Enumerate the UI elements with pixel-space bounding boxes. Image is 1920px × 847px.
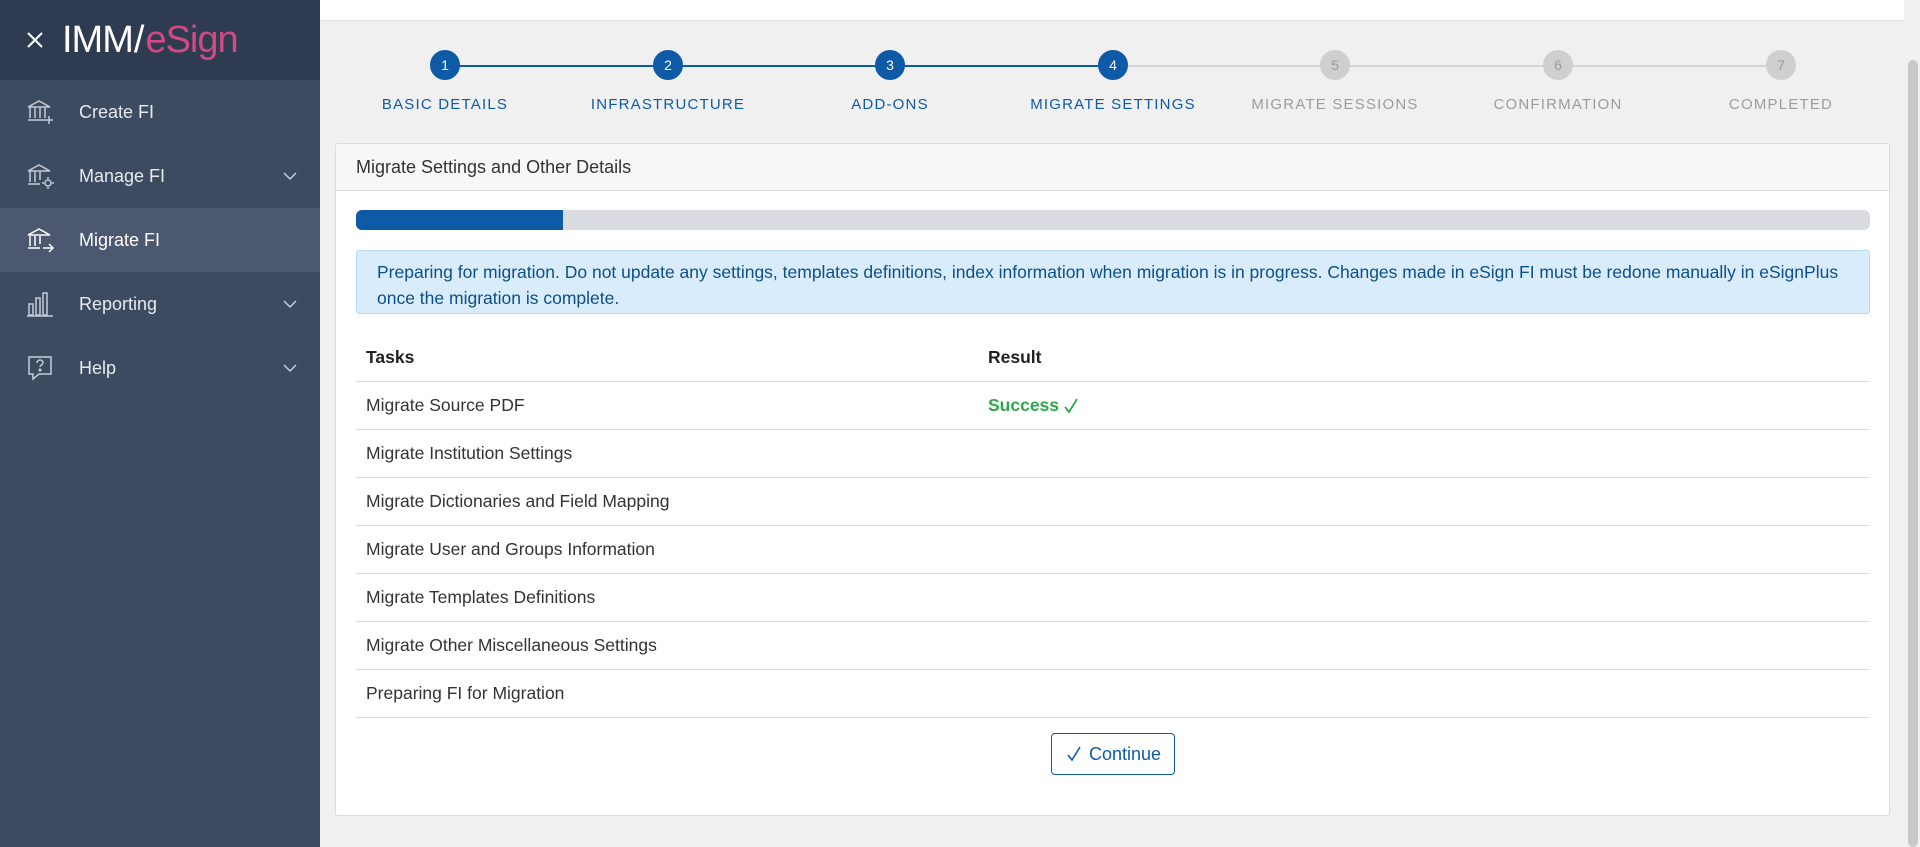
step-label: ADD-ONS: [851, 96, 929, 113]
check-icon: [1067, 746, 1081, 762]
step-number: 3: [875, 50, 905, 80]
step-number: 4: [1098, 50, 1128, 80]
step-label: BASIC DETAILS: [381, 96, 509, 113]
bar-chart-icon: [25, 289, 55, 319]
sidebar-item-label: Create FI: [79, 101, 155, 122]
table-row: Migrate Dictionaries and Field Mapping: [356, 478, 1870, 526]
step-label: INFRASTRUCTURE: [590, 96, 746, 113]
sidebar-item-manage-fi[interactable]: Manage FI: [0, 144, 320, 208]
migration-card: Migrate Settings and Other Details Prepa…: [335, 143, 1890, 816]
task-name: Migrate Dictionaries and Field Mapping: [366, 491, 670, 511]
table-row: Preparing FI for Migration: [356, 670, 1870, 718]
sidebar-item-migrate-fi[interactable]: Migrate FI: [0, 208, 320, 272]
sidebar-item-label: Reporting: [79, 293, 158, 314]
scrollbar-thumb[interactable]: [1908, 60, 1918, 847]
step-number: 7: [1766, 50, 1796, 80]
step-completed: 7 COMPLETED: [1681, 48, 1881, 113]
step-number: 6: [1543, 50, 1573, 80]
task-name: Migrate Source PDF: [366, 395, 525, 415]
step-migrate-settings[interactable]: 4 MIGRATE SETTINGS: [1013, 48, 1213, 113]
table-row: Migrate Templates Definitions: [356, 574, 1870, 622]
sidebar: IMM / eSign Create FI Manage FI Migrate …: [0, 0, 320, 847]
task-name: Migrate Templates Definitions: [366, 587, 596, 607]
page-scrollbar[interactable]: [1906, 0, 1920, 847]
step-infrastructure[interactable]: 2 INFRASTRUCTURE: [568, 48, 768, 113]
chevron-down-icon: [282, 296, 298, 312]
chevron-down-icon: [282, 168, 298, 184]
task-name: Migrate User and Groups Information: [366, 539, 655, 559]
bank-plus-icon: [25, 97, 55, 127]
sidebar-item-label: Migrate FI: [79, 229, 161, 250]
task-name: Preparing FI for Migration: [366, 683, 565, 703]
step-confirmation: 6 CONFIRMATION: [1458, 48, 1658, 113]
step-add-ons[interactable]: 3 ADD-ONS: [790, 48, 990, 113]
chevron-down-icon: [282, 360, 298, 376]
table-row: Migrate Source PDF Success: [356, 382, 1870, 430]
table-row: Migrate Institution Settings: [356, 430, 1870, 478]
sidebar-item-reporting[interactable]: Reporting: [0, 272, 320, 336]
sidebar-item-help[interactable]: Help: [0, 336, 320, 400]
migration-progress-bar: [356, 210, 1870, 230]
table-row: Migrate Other Miscellaneous Settings: [356, 622, 1870, 670]
table-row: Migrate User and Groups Information: [356, 526, 1870, 574]
step-number: 2: [653, 50, 683, 80]
sidebar-item-create-fi[interactable]: Create FI: [0, 80, 320, 144]
continue-label: Continue: [1088, 743, 1162, 764]
step-label: MIGRATE SETTINGS: [1030, 96, 1196, 113]
sidebar-item-label: Manage FI: [79, 165, 166, 186]
close-icon[interactable]: [22, 27, 48, 53]
column-header-tasks: Tasks: [366, 347, 415, 367]
task-result: Success: [988, 395, 1870, 416]
step-basic-details[interactable]: 1 BASIC DETAILS: [345, 48, 545, 113]
help-icon: [25, 353, 55, 383]
top-bar: [320, 0, 1904, 21]
task-name: Migrate Institution Settings: [366, 443, 573, 463]
step-label: CONFIRMATION: [1493, 96, 1623, 113]
sidebar-item-label: Help: [79, 357, 117, 378]
success-status: Success: [988, 395, 1080, 416]
info-alert: Preparing for migration. Do not update a…: [356, 250, 1870, 314]
tasks-table: Tasks Result Migrate Source PDF Success …: [356, 334, 1870, 718]
brand-logo: IMM / eSign: [62, 19, 239, 61]
column-header-result: Result: [988, 347, 1042, 367]
bank-arrow-icon: [25, 225, 55, 255]
progress-fill: [356, 210, 564, 230]
success-text: Success: [988, 395, 1060, 415]
step-migrate-sessions: 5 MIGRATE SESSIONS: [1235, 48, 1435, 113]
wizard-stepper: 1 BASIC DETAILS 2 INFRASTRUCTURE 3 ADD-O…: [335, 48, 1890, 118]
step-label: MIGRATE SESSIONS: [1251, 96, 1419, 113]
sidebar-header: IMM / eSign: [0, 0, 320, 80]
card-title: Migrate Settings and Other Details: [336, 144, 1889, 191]
step-number: 5: [1320, 50, 1350, 80]
bank-gear-icon: [25, 161, 55, 191]
table-header-row: Tasks Result: [356, 334, 1870, 382]
task-name: Migrate Other Miscellaneous Settings: [366, 635, 657, 655]
step-number: 1: [430, 50, 460, 80]
check-icon: [1064, 398, 1078, 414]
continue-button[interactable]: Continue: [1051, 733, 1175, 775]
step-label: COMPLETED: [1728, 96, 1834, 113]
